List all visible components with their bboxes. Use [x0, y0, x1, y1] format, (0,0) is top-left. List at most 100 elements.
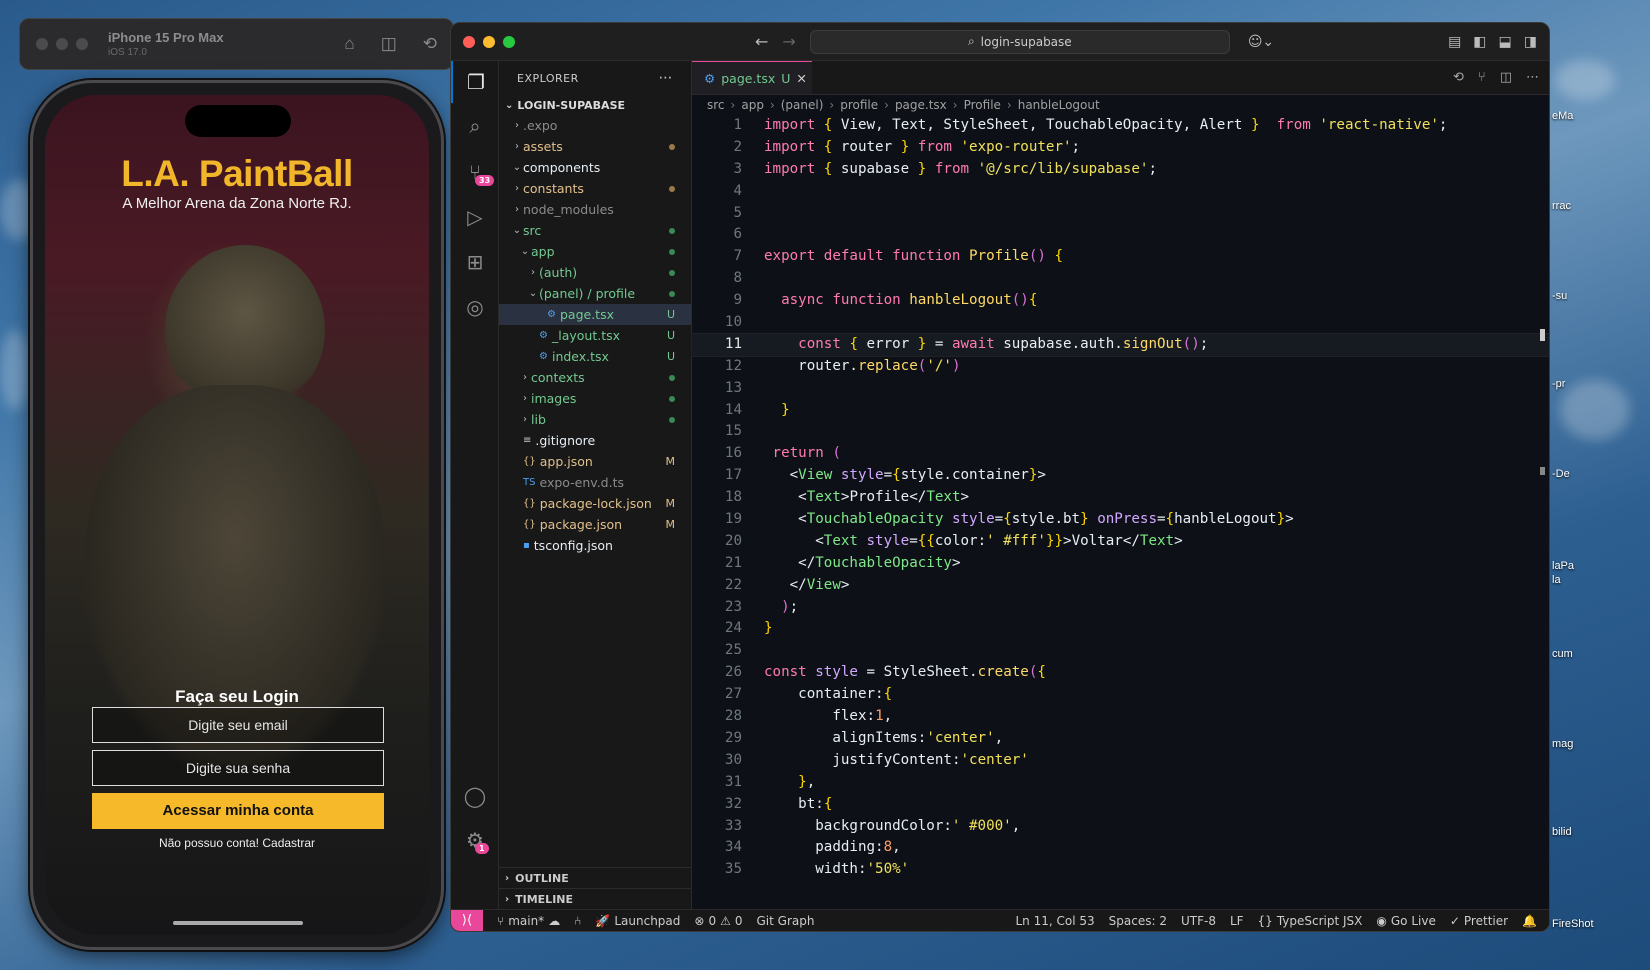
git-graph[interactable]: Git Graph	[757, 914, 815, 928]
tree-item[interactable]: ⚙ _layout.tsx U	[499, 325, 691, 346]
code-line[interactable]: 29 alignItems:'center',	[692, 728, 1549, 750]
code-line[interactable]: 30 justifyContent:'center'	[692, 750, 1549, 772]
home-indicator[interactable]	[173, 921, 303, 925]
code-line[interactable]: 25	[692, 640, 1549, 662]
tree-item[interactable]: ▪ tsconfig.json	[499, 535, 691, 556]
back-arrow-icon[interactable]: ←	[755, 32, 768, 51]
code-line[interactable]: 19 <TouchableOpacity style={style.bt} on…	[692, 509, 1549, 531]
tree-item[interactable]: › (auth)	[499, 262, 691, 283]
git-actions[interactable]: ⑃	[574, 914, 581, 928]
outline-section[interactable]: › OUTLINE	[499, 867, 691, 888]
code-line[interactable]: 21 </TouchableOpacity>	[692, 553, 1549, 575]
code-line[interactable]: 16 return (	[692, 443, 1549, 465]
tree-item[interactable]: ⌄ src	[499, 220, 691, 241]
breadcrumb-item[interactable]: app	[741, 98, 764, 112]
desktop-icon-label[interactable]: -su	[1552, 290, 1567, 302]
project-folder-header[interactable]: ⌄ LOGIN-SUPABASE	[499, 95, 691, 115]
tree-item[interactable]: ≡ .gitignore	[499, 430, 691, 451]
launchpad[interactable]: 🚀 Launchpad	[595, 914, 680, 928]
toggle-sidebar-icon[interactable]: ◧	[1473, 34, 1486, 50]
run-debug-icon[interactable]: ▷	[451, 196, 499, 238]
indentation[interactable]: Spaces: 2	[1109, 914, 1167, 928]
extensions-icon[interactable]: ⊞	[451, 241, 499, 283]
password-input[interactable]: Digite sua senha	[92, 750, 384, 786]
explorer-icon[interactable]: ❐	[451, 61, 499, 103]
settings-gear-icon[interactable]: ⚙ 1	[451, 819, 499, 861]
tree-item[interactable]: › images	[499, 388, 691, 409]
code-line[interactable]: 28 flex:1,	[692, 706, 1549, 728]
remote-indicator-icon[interactable]: ⟩⟨	[451, 909, 483, 931]
close-window-button[interactable]	[463, 35, 475, 48]
tree-item[interactable]: ⌄ components	[499, 157, 691, 178]
window-controls[interactable]	[463, 35, 515, 48]
code-line[interactable]: 24}	[692, 618, 1549, 640]
desktop-icon-label[interactable]: rrac	[1552, 200, 1571, 212]
code-line[interactable]: 27 container:{	[692, 684, 1549, 706]
tree-item[interactable]: TS expo-env.d.ts	[499, 472, 691, 493]
problems-indicator[interactable]: ⊗ 0 ⚠ 0	[694, 914, 742, 928]
screenshot-icon[interactable]: ◫	[381, 34, 397, 54]
code-line[interactable]: 35 width:'50%'	[692, 859, 1549, 881]
desktop-icon-label[interactable]: -De	[1552, 468, 1570, 480]
close-tab-icon[interactable]: ✕	[796, 71, 806, 86]
command-center-search[interactable]: ⌕ login-supabase	[809, 29, 1230, 54]
code-line[interactable]: 6	[692, 224, 1549, 246]
tree-item[interactable]: › assets	[499, 136, 691, 157]
desktop-icon-label[interactable]: FireShot	[1552, 918, 1594, 930]
code-line[interactable]: 17 <View style={style.container}>	[692, 465, 1549, 487]
rotate-icon[interactable]: ⟲	[423, 34, 437, 54]
minimize-window-button[interactable]	[483, 35, 495, 48]
maximize-window-button[interactable]	[503, 35, 515, 48]
search-icon[interactable]: ⌕	[451, 105, 499, 147]
desktop-icon-label[interactable]: cum	[1552, 648, 1573, 660]
code-line[interactable]: 26 const style = StyleSheet.create({	[692, 662, 1549, 684]
forward-arrow-icon[interactable]: →	[782, 32, 795, 51]
tree-item[interactable]: ⌄ (panel) / profile	[499, 283, 691, 304]
tree-item[interactable]: {} package.json M	[499, 514, 691, 535]
timeline-history-icon[interactable]: ⟲	[1453, 70, 1464, 85]
go-live[interactable]: ◉ Go Live	[1376, 914, 1435, 928]
desktop-icon-label[interactable]: eMa	[1552, 110, 1573, 122]
email-input[interactable]: Digite seu email	[92, 707, 384, 743]
language-mode[interactable]: {} TypeScript JSX	[1258, 914, 1363, 928]
code-line[interactable]: 2 import { router } from 'expo-router';	[692, 137, 1549, 159]
tree-item[interactable]: › node_modules	[499, 199, 691, 220]
breadcrumb-item[interactable]: hanbleLogout	[1018, 98, 1100, 112]
code-line[interactable]: 12 router.replace('/')	[692, 356, 1549, 378]
breadcrumb-item[interactable]: profile	[840, 98, 878, 112]
tree-item[interactable]: ⌄ app	[499, 241, 691, 262]
timeline-section[interactable]: › TIMELINE	[499, 888, 691, 909]
source-control-icon[interactable]: ⑂ 33	[451, 151, 499, 193]
code-line[interactable]: 32 bt:{	[692, 794, 1549, 816]
desktop-icon-label[interactable]: bilid	[1552, 826, 1572, 838]
code-line[interactable]: 14 }	[692, 400, 1549, 422]
tree-item[interactable]: › lib	[499, 409, 691, 430]
code-line[interactable]: 20 <Text style={{color:' #fff'}}>Voltar<…	[692, 531, 1549, 553]
code-line[interactable]: 10	[692, 312, 1549, 334]
code-line[interactable]: 18 <Text>Profile</Text>	[692, 487, 1549, 509]
code-line[interactable]: 33 backgroundColor:' #000',	[692, 816, 1549, 838]
account-icon[interactable]: ◯	[451, 775, 499, 817]
code-editor[interactable]: 1 import { View, Text, StyleSheet, Toucha…	[691, 115, 1549, 881]
code-line[interactable]: 3 import { supabase } from '@/src/lib/sup…	[692, 159, 1549, 181]
code-line[interactable]: 11 const { error } = await supabase.auth…	[691, 332, 1549, 357]
copilot-icon[interactable]: ☺⌄	[1248, 34, 1274, 50]
encoding[interactable]: UTF-8	[1181, 914, 1216, 928]
customize-layout-icon[interactable]: ▤	[1448, 34, 1461, 50]
desktop-icon-label[interactable]: la	[1552, 574, 1561, 586]
code-line[interactable]: 9 async function hanbleLogout(){	[692, 290, 1549, 312]
desktop-icon-label[interactable]: laPa	[1552, 560, 1574, 572]
code-line[interactable]: 7 export default function Profile() {	[692, 246, 1549, 268]
tree-item[interactable]: › constants	[499, 178, 691, 199]
tree-item[interactable]: › contexts	[499, 367, 691, 388]
code-line[interactable]: 5	[692, 203, 1549, 225]
desktop-icon-label[interactable]: mag	[1552, 738, 1573, 750]
toggle-secondary-sidebar-icon[interactable]: ◨	[1524, 34, 1537, 50]
compare-changes-icon[interactable]: ⑂	[1478, 70, 1486, 85]
more-actions-icon[interactable]: ⋯	[1526, 70, 1539, 85]
tab-page-tsx[interactable]: ⚙ page.tsx U ✕	[692, 61, 812, 94]
tree-item[interactable]: ⚙ page.tsx U	[499, 304, 691, 325]
register-link[interactable]: Não possuo conta! Cadastrar	[45, 836, 429, 850]
split-editor-icon[interactable]: ◫	[1500, 70, 1512, 85]
breadcrumb-item[interactable]: Profile	[964, 98, 1001, 112]
